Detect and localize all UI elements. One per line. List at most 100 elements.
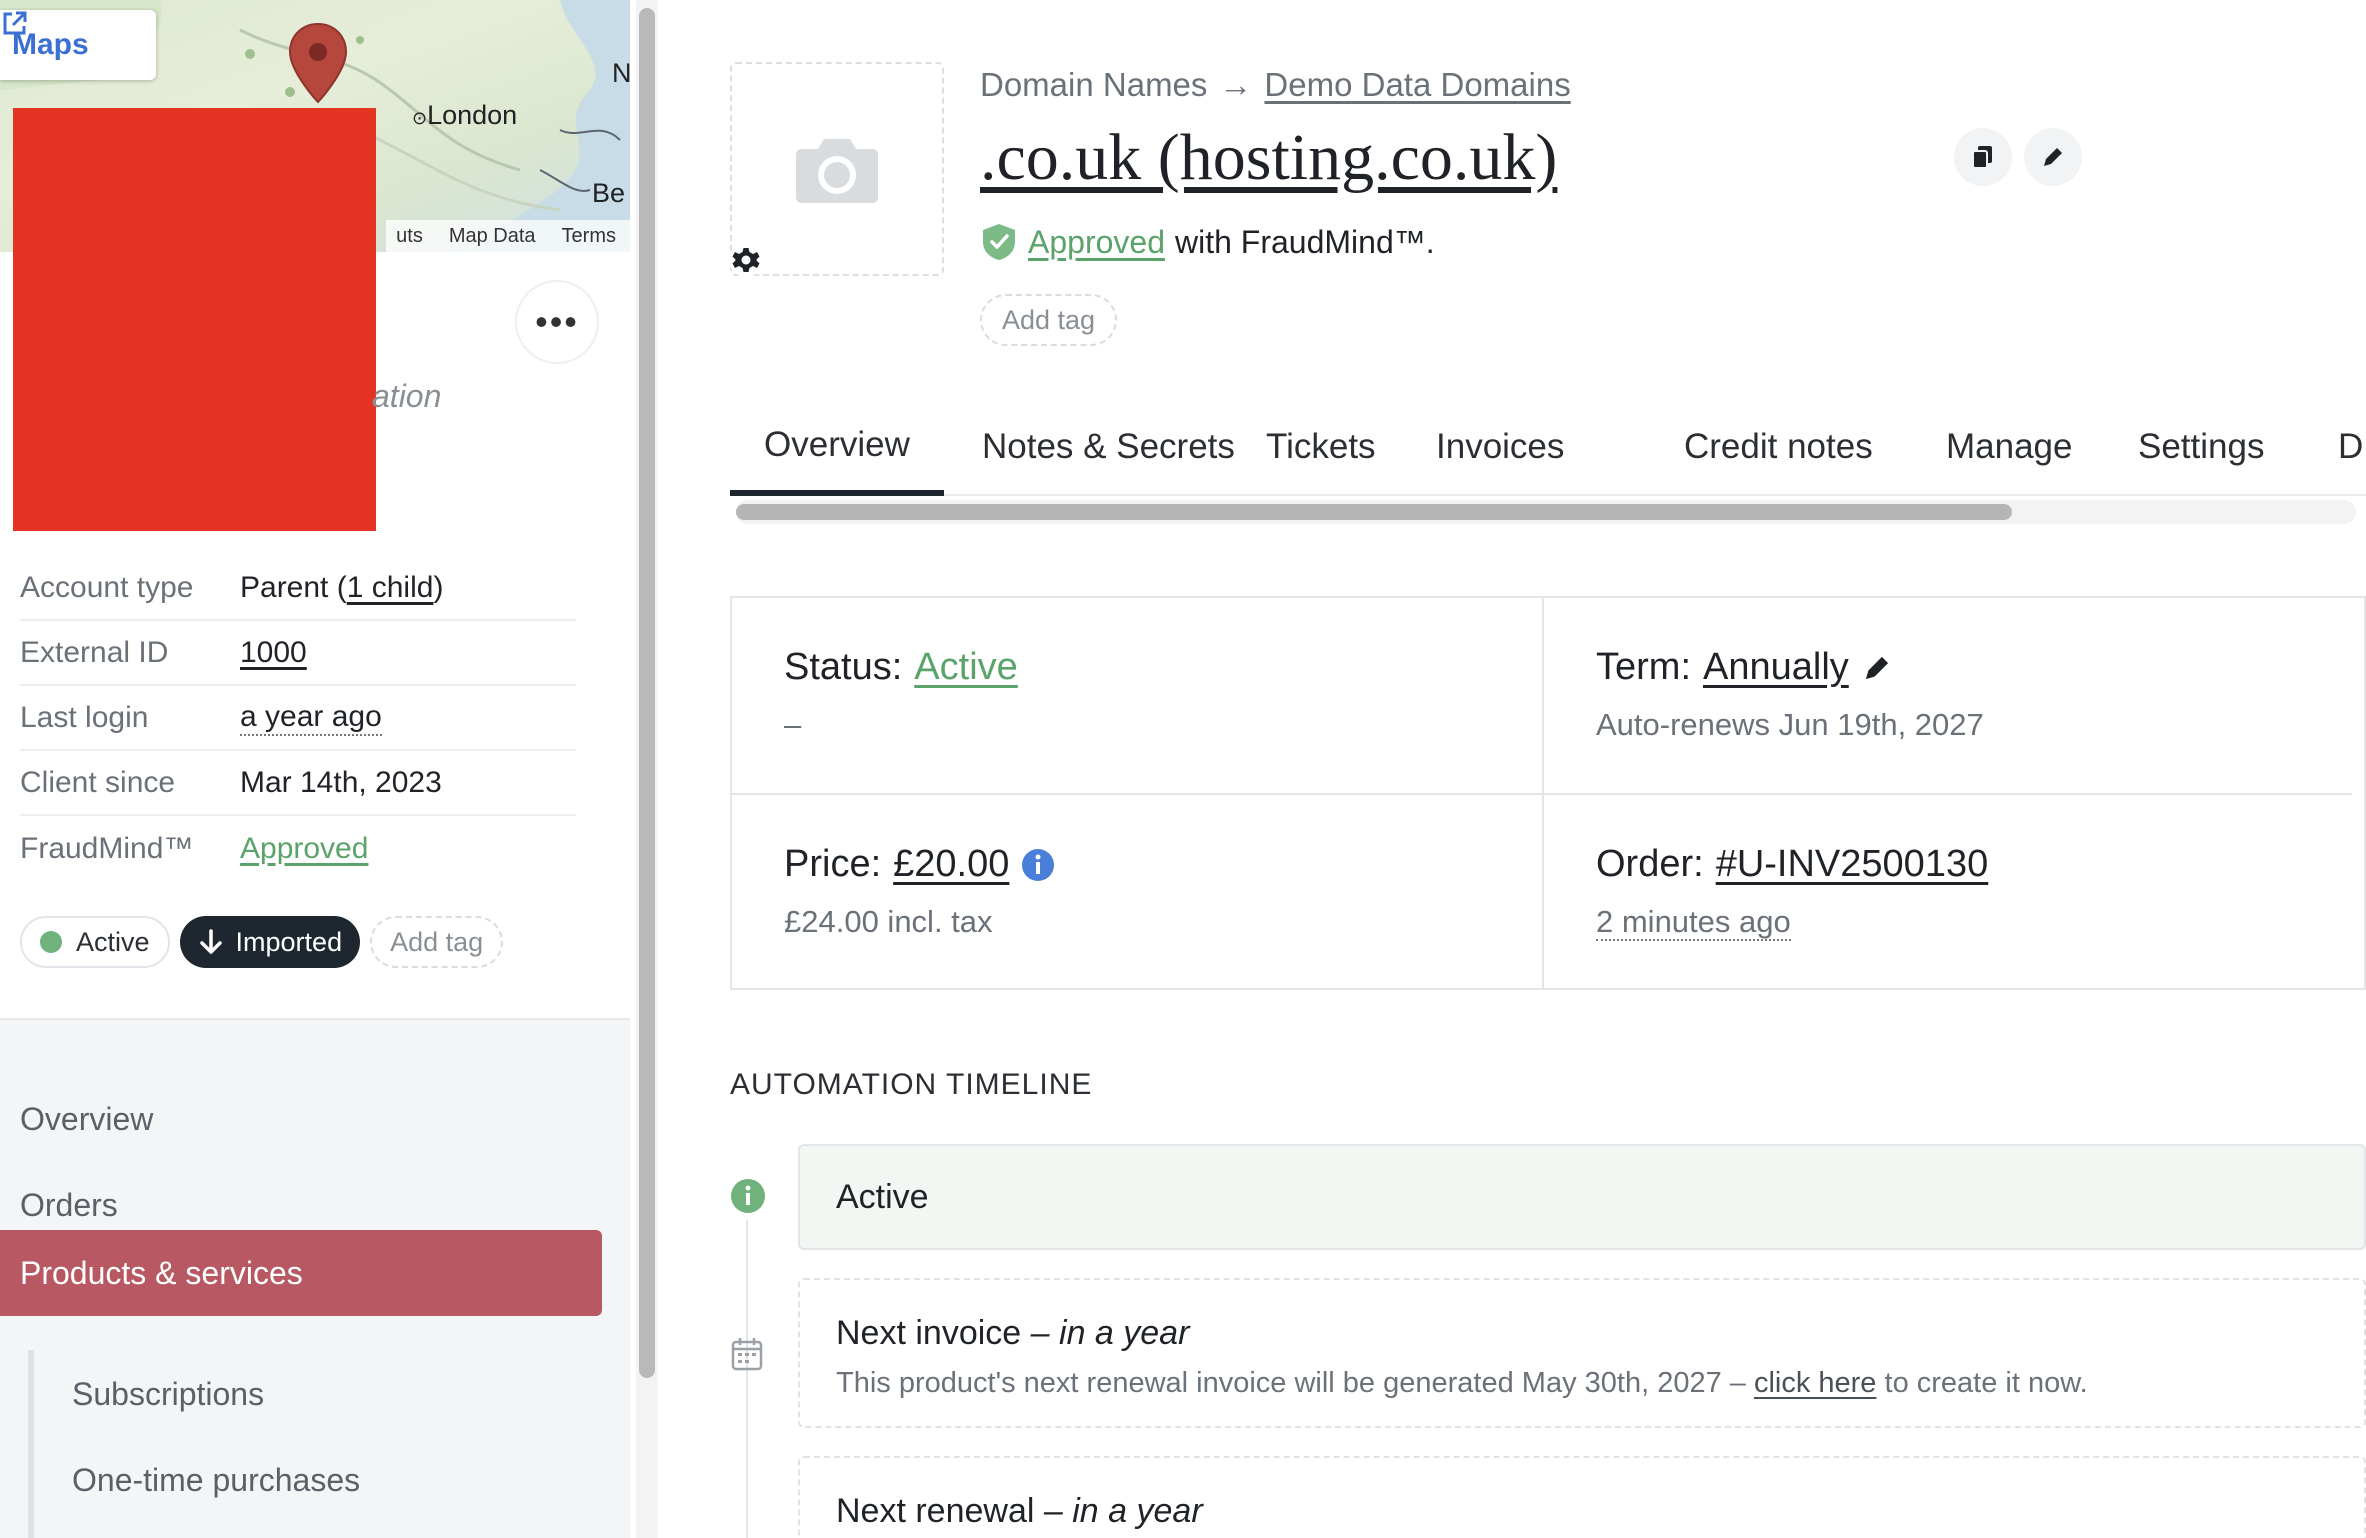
copy-icon (1972, 146, 1992, 169)
approved-suffix: with FraudMind™. (1174, 223, 1435, 260)
scrollbar-thumb[interactable] (639, 8, 655, 1378)
copy-button[interactable] (1954, 128, 2012, 186)
status-cell: Status: Active – (732, 598, 1542, 793)
scrollbar-thumb[interactable] (736, 504, 2012, 520)
client-sidebar: ⊙London Be N Maps uts Map Data Terms •••… (0, 0, 630, 1538)
last-login-value: a year ago (240, 700, 382, 736)
tab-tickets[interactable]: Tickets (1266, 400, 1376, 494)
subnav-indicator (28, 1350, 34, 1538)
subnav-item-one-time-purchases[interactable]: One-time purchases (72, 1462, 360, 1499)
fraudmind-status: Approved with FraudMind™. (980, 222, 1435, 262)
info-row-fraudmind: FraudMind™ Approved (20, 816, 576, 881)
timeline-item-next-invoice: Next invoice – in a year This product's … (798, 1278, 2366, 1428)
info-key: FraudMind™ (20, 831, 194, 865)
order-link[interactable]: #U-INV2500130 (1716, 843, 1989, 886)
external-link-icon (3, 11, 27, 35)
automation-timeline-heading: AUTOMATION TIMELINE (730, 1068, 1093, 1101)
create-invoice-now-link[interactable]: click here (1754, 1367, 1877, 1399)
term-link[interactable]: Annually (1703, 646, 1849, 689)
timeline-item-next-renewal: Next renewal – in a year (798, 1456, 2366, 1538)
breadcrumb-current-link[interactable]: Demo Data Domains (1264, 66, 1570, 104)
ellipsis-icon: ••• (535, 301, 579, 342)
tab-invoices[interactable]: Invoices (1436, 400, 1564, 494)
map-attribution: uts Map Data Terms (386, 220, 630, 252)
info-row-last-login: Last login a year ago (20, 686, 576, 751)
tab-manage[interactable]: Manage (1946, 400, 2072, 494)
tab-settings[interactable]: Settings (2138, 400, 2264, 494)
info-key: External ID (20, 635, 169, 669)
more-options-button[interactable]: ••• (515, 280, 599, 364)
pencil-icon (2044, 148, 2062, 166)
price-cell: Price: £20.00 £24.00 incl. tax (732, 793, 1542, 988)
status-dot-icon (40, 931, 62, 953)
pencil-icon[interactable] (1861, 652, 1893, 684)
next-renewal-heading: Next renewal – in a year (836, 1492, 1203, 1530)
child-accounts-link[interactable]: 1 child (347, 571, 434, 604)
gear-icon[interactable] (728, 242, 764, 278)
order-time: 2 minutes ago (1596, 904, 1791, 941)
breadcrumb-parent: Domain Names (980, 66, 1208, 103)
open-maps-button[interactable]: Maps (0, 10, 156, 80)
client-tags: Active Imported Add tag (20, 916, 504, 968)
client-nav: Overview Orders Products & services Subs… (0, 1018, 630, 1538)
next-invoice-heading: Next invoice – in a year (836, 1314, 1190, 1352)
map-data-link[interactable]: Map Data (449, 225, 536, 248)
tab-more-truncated[interactable]: D (2338, 400, 2366, 494)
fraudmind-approved-link[interactable]: Approved (240, 832, 368, 866)
external-id-link[interactable]: 1000 (240, 636, 307, 670)
info-value: Parent (1 child) (240, 570, 444, 604)
client-info-table: Account type Parent (1 child) External I… (20, 556, 576, 881)
nav-item-products-services[interactable]: Products & services (0, 1230, 602, 1316)
shield-check-icon (983, 224, 1015, 260)
nav-item-overview[interactable]: Overview (0, 1076, 602, 1162)
info-key: Client since (20, 765, 176, 799)
map-place-london: ⊙London (412, 100, 518, 130)
order-cell: Order: #U-INV2500130 2 minutes ago (1542, 793, 2352, 988)
info-circle-icon (731, 1179, 765, 1213)
redacted-client-card (13, 108, 376, 531)
map-place-n: N (612, 58, 630, 88)
timeline-connector (746, 1220, 748, 1538)
price-link[interactable]: £20.00 (893, 843, 1009, 886)
arrow-right-icon: → (1219, 66, 1253, 103)
approved-link[interactable]: Approved (1028, 224, 1165, 261)
breadcrumb: Domain Names → Demo Data Domains (980, 66, 1571, 104)
map-place-be: Be (592, 178, 626, 208)
status-badge-active: Active (20, 916, 170, 968)
info-key: Last login (20, 700, 149, 734)
info-row-client-since: Client since Mar 14th, 2023 (20, 751, 576, 816)
auto-renew-text: Auto-renews Jun 19th, 2027 (1596, 707, 1984, 742)
product-summary-card: Status: Active – Term: Annually Auto-renew… (730, 596, 2366, 990)
main-content: Domain Names → Demo Data Domains .co.uk … (660, 0, 2366, 1538)
product-tabs: Overview Notes & Secrets Tickets Invoice… (730, 400, 2366, 496)
status-detail: – (784, 707, 802, 742)
subnav-item-subscriptions[interactable]: Subscriptions (72, 1376, 264, 1413)
arrow-down-icon (199, 929, 222, 954)
tab-credit-notes[interactable]: Credit notes (1684, 400, 1873, 494)
imported-badge: Imported (179, 916, 361, 968)
info-row-external-id: External ID 1000 (20, 621, 576, 686)
timeline-item-active: Active (798, 1144, 2366, 1250)
client-subtitle-text: ation (372, 378, 442, 414)
client-since-value: Mar 14th, 2023 (240, 765, 442, 799)
info-row-account-type: Account type Parent (1 child) (20, 556, 576, 621)
tabs-scrollbar[interactable] (736, 500, 2356, 524)
next-invoice-description: This product's next renewal invoice will… (836, 1367, 2088, 1399)
info-key: Account type (20, 570, 194, 604)
camera-icon (796, 139, 878, 203)
add-tag-button[interactable]: Add tag (370, 916, 504, 968)
info-icon[interactable] (1021, 848, 1055, 882)
add-tag-button[interactable]: Add tag (980, 294, 1118, 346)
edit-title-button[interactable] (2024, 128, 2082, 186)
page-title[interactable]: .co.uk (hosting.co.uk) (980, 120, 1557, 196)
map-pin-icon (288, 22, 348, 104)
price-incl-tax: £24.00 incl. tax (784, 904, 993, 939)
map-terms-link[interactable]: Terms (562, 225, 616, 248)
map-shortcuts-link[interactable]: uts (396, 225, 423, 248)
tab-notes-secrets[interactable]: Notes & Secrets (982, 400, 1235, 494)
term-cell: Term: Annually Auto-renews Jun 19th, 2027 (1542, 598, 2352, 793)
sidebar-scrollbar[interactable] (636, 0, 658, 1538)
tab-overview[interactable]: Overview (730, 400, 944, 496)
status-active-link[interactable]: Active (914, 646, 1017, 689)
calendar-icon (731, 1338, 763, 1371)
